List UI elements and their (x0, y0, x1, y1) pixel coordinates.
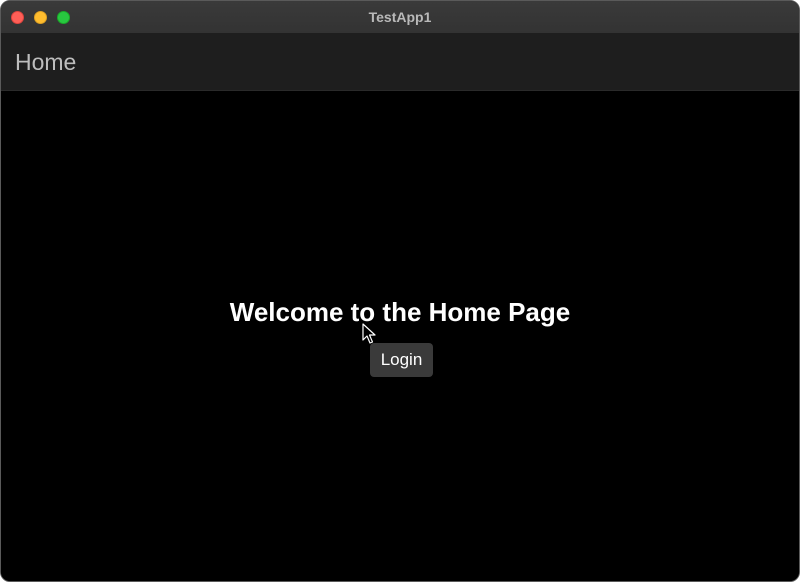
login-button[interactable]: Login (370, 343, 433, 377)
welcome-heading: Welcome to the Home Page (229, 297, 571, 327)
main-content: Welcome to the Home Page Login (1, 91, 799, 581)
page-title: Home (15, 49, 77, 75)
app-bar: Home (1, 34, 799, 91)
mouse-pointer-icon (362, 323, 376, 344)
title-bar[interactable]: TestApp1 (1, 1, 799, 34)
app-window: TestApp1 Home Welcome to the Home Page L… (0, 0, 800, 582)
window-title: TestApp1 (368, 9, 432, 25)
